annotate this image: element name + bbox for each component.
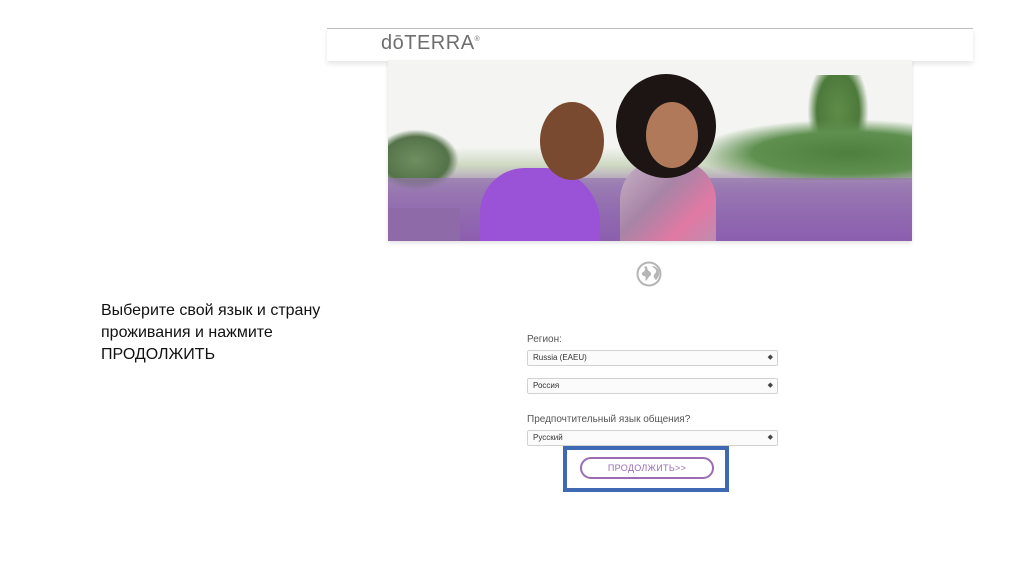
continue-button[interactable]: ПРОДОЛЖИТЬ>>: [580, 457, 714, 479]
website-screenshot: dōTERRA® Регион: Russia (EAEU) ◆ Россия …: [327, 28, 973, 548]
region-language-form: Регион: Russia (EAEU) ◆ Россия ◆ Предпоч…: [527, 333, 778, 446]
globe-icon: [636, 261, 662, 287]
site-header: dōTERRA®: [327, 28, 973, 61]
language-select[interactable]: Русский ◆: [527, 430, 778, 446]
doterra-logo[interactable]: dōTERRA®: [381, 32, 480, 55]
region-select[interactable]: Russia (EAEU) ◆: [527, 350, 778, 366]
hero-woman-face: [646, 102, 698, 168]
region-label: Регион:: [527, 334, 562, 345]
language-select-value: Русский: [533, 433, 563, 442]
slide: Выберите свой язык и страну проживания и…: [0, 0, 1024, 574]
chevron-updown-icon: ◆: [767, 382, 773, 389]
language-label: Предпочтительный язык общения?: [527, 414, 691, 425]
hero-photo: [388, 60, 912, 241]
hero-trees-right: [698, 120, 912, 180]
chevron-updown-icon: ◆: [767, 354, 773, 361]
continue-button-highlight: ПРОДОЛЖИТЬ>>: [563, 446, 729, 492]
country-select-value: Россия: [533, 381, 560, 390]
logo-registered-mark: ®: [474, 36, 481, 43]
country-select[interactable]: Россия ◆: [527, 378, 778, 394]
hero-man-head: [540, 102, 604, 180]
logo-text: dōTERRA: [381, 32, 475, 54]
region-select-value: Russia (EAEU): [533, 353, 587, 362]
chevron-updown-icon: ◆: [767, 434, 773, 441]
instruction-text: Выберите свой язык и страну проживания и…: [101, 302, 321, 363]
hero-dock: [388, 208, 460, 241]
